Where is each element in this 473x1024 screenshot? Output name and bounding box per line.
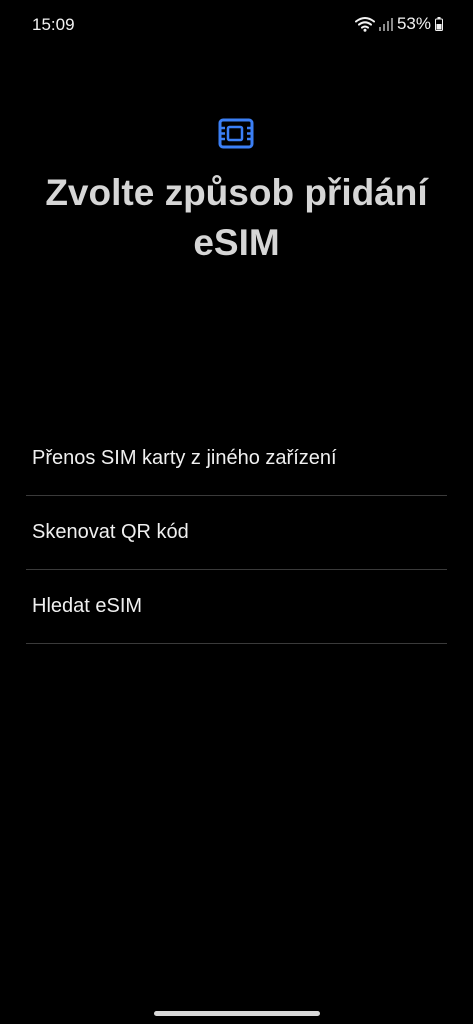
esim-options-list: Přenos SIM karty z jiného zařízení Skeno… [26,422,447,644]
home-indicator[interactable] [154,1011,320,1016]
status-icons: 53% [354,14,443,34]
esim-card-icon [216,117,256,151]
signal-icon [378,16,393,32]
option-label: Přenos SIM karty z jiného zařízení [32,447,337,469]
status-bar: 15:09 53% [0,0,473,50]
page-title: Zvolte způsob přidání eSIM [45,172,428,263]
battery-icon [435,17,443,31]
battery-percent: 53% [396,14,431,33]
option-scan-qr[interactable]: Skenovat QR kód [26,496,447,570]
option-label: Skenovat QR kód [32,521,189,543]
option-search-esim[interactable]: Hledat eSIM [26,570,447,644]
wifi-icon [354,16,375,32]
status-time: 15:09 [32,15,75,34]
option-label: Hledat eSIM [32,595,143,617]
option-transfer-sim[interactable]: Přenos SIM karty z jiného zařízení [26,422,447,496]
